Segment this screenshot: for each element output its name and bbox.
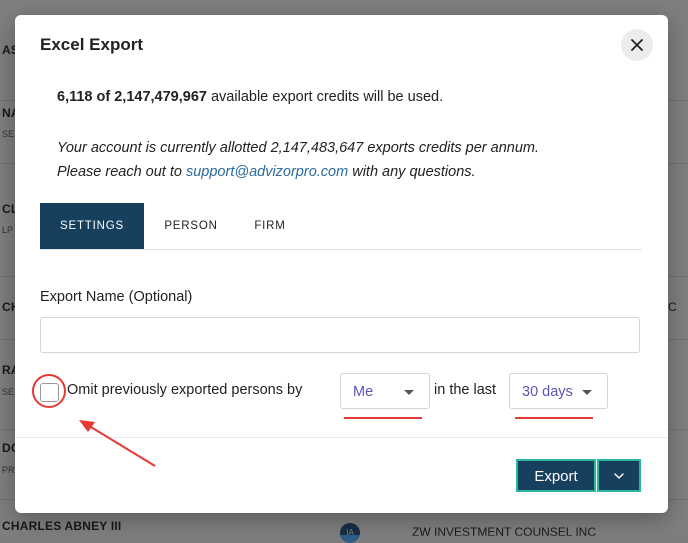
in-last-label: in the last	[434, 382, 497, 398]
close-icon	[631, 39, 643, 51]
export-name-input[interactable]	[40, 317, 640, 353]
exported-by-value: Me	[353, 384, 374, 400]
annotation-underline	[515, 417, 593, 419]
caret-down-icon	[582, 390, 592, 395]
tab-firm[interactable]: FIRM	[238, 203, 302, 249]
tab-person[interactable]: PERSON	[144, 203, 238, 249]
modal-title: Excel Export	[40, 35, 143, 54]
caret-down-icon	[404, 390, 414, 395]
annotation-circle	[32, 374, 66, 408]
omit-row: Omit previously exported persons by Me i…	[15, 371, 668, 419]
allotment-suffix: with any questions.	[348, 164, 476, 180]
chevron-down-icon	[614, 472, 624, 479]
exported-by-select[interactable]: Me	[340, 373, 430, 409]
period-value: 30 days	[522, 384, 573, 400]
credits-text: 6,118 of 2,147,479,967 available export …	[57, 89, 443, 105]
support-email-link[interactable]: support@advizorpro.com	[186, 164, 348, 180]
credits-count: 6,118 of 2,147,479,967	[57, 89, 207, 105]
period-select[interactable]: 30 days	[509, 373, 608, 409]
tab-settings[interactable]: SETTINGS	[40, 203, 144, 249]
allotment-line: Your account is currently allotted 2,147…	[57, 140, 540, 156]
omit-label: Omit previously exported persons by	[67, 382, 303, 398]
export-button[interactable]: Export	[516, 459, 596, 492]
allotment-notice: Your account is currently allotted 2,147…	[57, 136, 539, 184]
export-name-label: Export Name (Optional)	[40, 289, 193, 305]
excel-export-modal: Excel Export 6,118 of 2,147,479,967 avai…	[15, 15, 668, 513]
annotation-underline	[344, 417, 422, 419]
credits-suffix: available export credits will be used.	[206, 89, 444, 105]
allotment-prefix: Please reach out to	[57, 164, 186, 180]
export-options-button[interactable]	[597, 459, 641, 492]
tab-bar: SETTINGS PERSON FIRM	[40, 203, 642, 250]
modal-footer	[15, 437, 668, 438]
close-button[interactable]	[621, 29, 653, 61]
